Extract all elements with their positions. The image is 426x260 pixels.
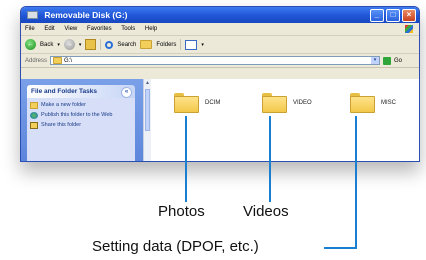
setting-data-label: Setting data (DPOF, etc.) xyxy=(92,238,259,255)
photos-label: Photos xyxy=(158,203,205,220)
setting-callout-line xyxy=(324,116,357,249)
callout-lines xyxy=(185,116,357,249)
videos-label: Videos xyxy=(243,203,289,220)
